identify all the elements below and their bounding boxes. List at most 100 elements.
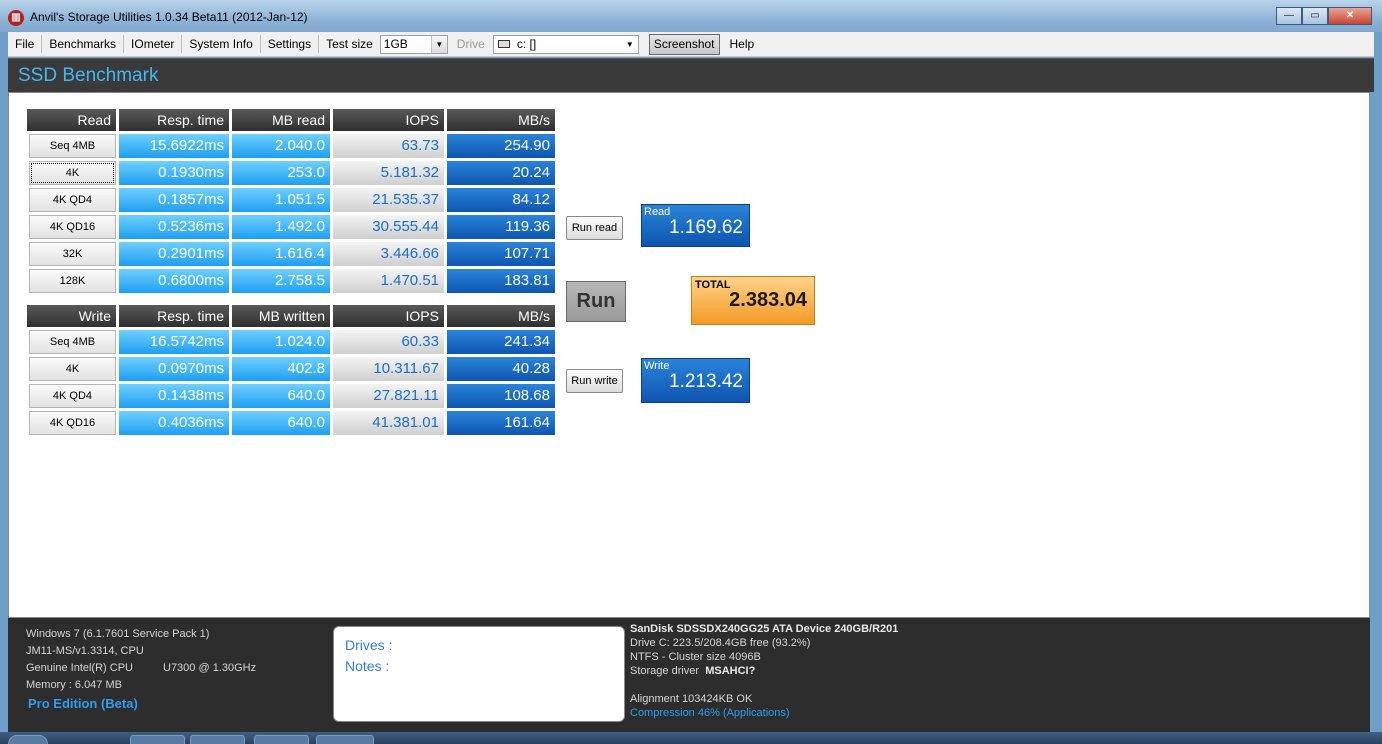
compression-info: Compression 46% (Applications) — [630, 707, 790, 719]
cpu-model: U7300 @ 1.30GHz — [163, 662, 257, 674]
cpu-info: Genuine Intel(R) CPU U7300 @ 1.30GHz — [26, 660, 256, 677]
read-iops: 3.446.66 — [333, 242, 444, 266]
read-iops: 1.470.51 — [333, 269, 444, 293]
write-row-label[interactable]: 4K QD16 — [29, 411, 116, 435]
read-row-label[interactable]: 32K — [29, 242, 116, 266]
write-mbs: 161.64 — [447, 411, 555, 435]
alignment-info: Alignment 103424KB OK — [630, 693, 753, 705]
write-row-label[interactable]: 4K QD4 — [29, 384, 116, 408]
write-iops: 60.33 — [333, 330, 444, 354]
read-row-label[interactable]: 4K QD16 — [29, 215, 116, 239]
read-mb: 2.040.0 — [232, 134, 330, 158]
taskbar-item[interactable] — [130, 735, 185, 744]
write-mb: 1.024.0 — [232, 330, 330, 354]
test-size-select[interactable]: 1GB ▼ — [379, 34, 448, 54]
write-score: Write 1.213.42 — [641, 358, 750, 403]
write-resp-time: 0.1438ms — [119, 384, 229, 408]
menu-benchmarks[interactable]: Benchmarks — [42, 35, 125, 53]
write-row-label[interactable]: Seq 4MB — [29, 330, 116, 354]
minimize-button[interactable]: — — [1276, 7, 1302, 25]
close-button[interactable]: ✕ — [1328, 7, 1372, 25]
drive-select[interactable]: c: [] ▼ — [492, 34, 639, 54]
read-iops: 5.181.32 — [333, 161, 444, 185]
memory-info: Memory : 6.047 MB — [26, 679, 122, 691]
chevron-down-icon: ▼ — [621, 35, 638, 53]
storage-driver-label: Storage driver — [630, 665, 700, 677]
menu-bar: File Benchmarks IOmeter System Info Sett… — [8, 32, 1374, 57]
write-header-mb: MB written — [232, 305, 330, 327]
page-title: SSD Benchmark — [18, 65, 159, 86]
write-resp-time: 16.5742ms — [119, 330, 229, 354]
write-mb: 402.8 — [232, 357, 330, 381]
read-iops: 30.555.44 — [333, 215, 444, 239]
read-resp-time: 15.6922ms — [119, 134, 229, 158]
drive-icon — [497, 40, 510, 48]
test-size-label: Test size — [326, 37, 373, 51]
read-mbs: 20.24 — [447, 161, 555, 185]
total-score: TOTAL 2.383.04 — [691, 276, 815, 325]
total-score-value: 2.383.04 — [729, 289, 807, 311]
start-button[interactable] — [8, 735, 48, 744]
read-resp-time: 0.1930ms — [119, 161, 229, 185]
read-score: Read 1.169.62 — [641, 204, 750, 247]
info-footer: Windows 7 (6.1.7601 Service Pack 1) JM11… — [8, 618, 1370, 732]
app-window: ▥ Anvil's Storage Utilities 1.0.34 Beta1… — [0, 0, 1382, 744]
menu-file[interactable]: File — [8, 35, 43, 53]
read-score-value: 1.169.62 — [669, 217, 743, 238]
benchmark-panel: Read Resp. time MB read IOPS MB/s Seq 4M… — [8, 92, 1370, 618]
read-row-label[interactable]: 4K — [29, 161, 116, 185]
read-iops: 21.535.37 — [333, 188, 444, 212]
notes-box[interactable]: Drives : Notes : — [333, 626, 625, 722]
read-mb: 1.492.0 — [232, 215, 330, 239]
write-iops: 10.311.67 — [333, 357, 444, 381]
board-info: JM11-MS/v1.3314, CPU — [26, 645, 144, 657]
drive-capacity: Drive C: 223.5/208.4GB free (93.2%) — [630, 637, 811, 649]
write-mbs: 241.34 — [447, 330, 555, 354]
write-mb: 640.0 — [232, 411, 330, 435]
storage-driver: Storage driver MSAHCI? — [630, 664, 898, 678]
read-mb: 253.0 — [232, 161, 330, 185]
read-resp-time: 0.6800ms — [119, 269, 229, 293]
taskbar-item[interactable] — [254, 735, 309, 744]
write-header-resp: Resp. time — [119, 305, 229, 327]
write-row-label[interactable]: 4K — [29, 357, 116, 381]
write-iops: 41.381.01 — [333, 411, 444, 435]
menu-system-info[interactable]: System Info — [182, 35, 261, 53]
run-read-button[interactable]: Run read — [566, 216, 623, 240]
window-title: Anvil's Storage Utilities 1.0.34 Beta11 … — [30, 10, 308, 24]
write-iops: 27.821.11 — [333, 384, 444, 408]
screenshot-button[interactable]: Screenshot — [648, 33, 720, 55]
taskbar-item[interactable] — [316, 735, 374, 744]
read-row-label[interactable]: 128K — [29, 269, 116, 293]
menu-settings[interactable]: Settings — [261, 35, 320, 53]
write-mbs: 108.68 — [447, 384, 555, 408]
read-row-label[interactable]: 4K QD4 — [29, 188, 116, 212]
read-header-resp: Resp. time — [119, 109, 229, 131]
read-header-mbs: MB/s — [447, 109, 555, 131]
read-mb: 1.616.4 — [232, 242, 330, 266]
taskbar — [0, 732, 1382, 744]
read-header-iops: IOPS — [333, 109, 444, 131]
menu-iometer[interactable]: IOmeter — [124, 35, 183, 53]
write-header-type: Write — [27, 305, 116, 327]
cpu-vendor: Genuine Intel(R) CPU — [26, 662, 133, 674]
device-name: SanDisk SDSSDX240GG25 ATA Device 240GB/R… — [630, 623, 899, 635]
taskbar-item[interactable] — [190, 735, 245, 744]
run-write-button[interactable]: Run write — [566, 369, 623, 393]
read-mbs: 84.12 — [447, 188, 555, 212]
run-button[interactable]: Run — [566, 281, 626, 322]
menu-help[interactable]: Help — [720, 35, 762, 53]
chevron-down-icon: ▼ — [430, 35, 447, 53]
read-row-label[interactable]: Seq 4MB — [29, 134, 116, 158]
device-info: SanDisk SDSSDX240GG25 ATA Device 240GB/R… — [630, 622, 898, 720]
write-header-mbs: MB/s — [447, 305, 555, 327]
read-resp-time: 0.1857ms — [119, 188, 229, 212]
read-header-mb: MB read — [232, 109, 330, 131]
read-header-type: Read — [27, 109, 116, 131]
total-score-label: TOTAL — [695, 279, 731, 291]
drive-label: Drive — [456, 37, 485, 51]
read-mbs: 254.90 — [447, 134, 555, 158]
read-resp-time: 0.2901ms — [119, 242, 229, 266]
maximize-button[interactable]: ▭ — [1302, 7, 1328, 25]
write-mb: 640.0 — [232, 384, 330, 408]
